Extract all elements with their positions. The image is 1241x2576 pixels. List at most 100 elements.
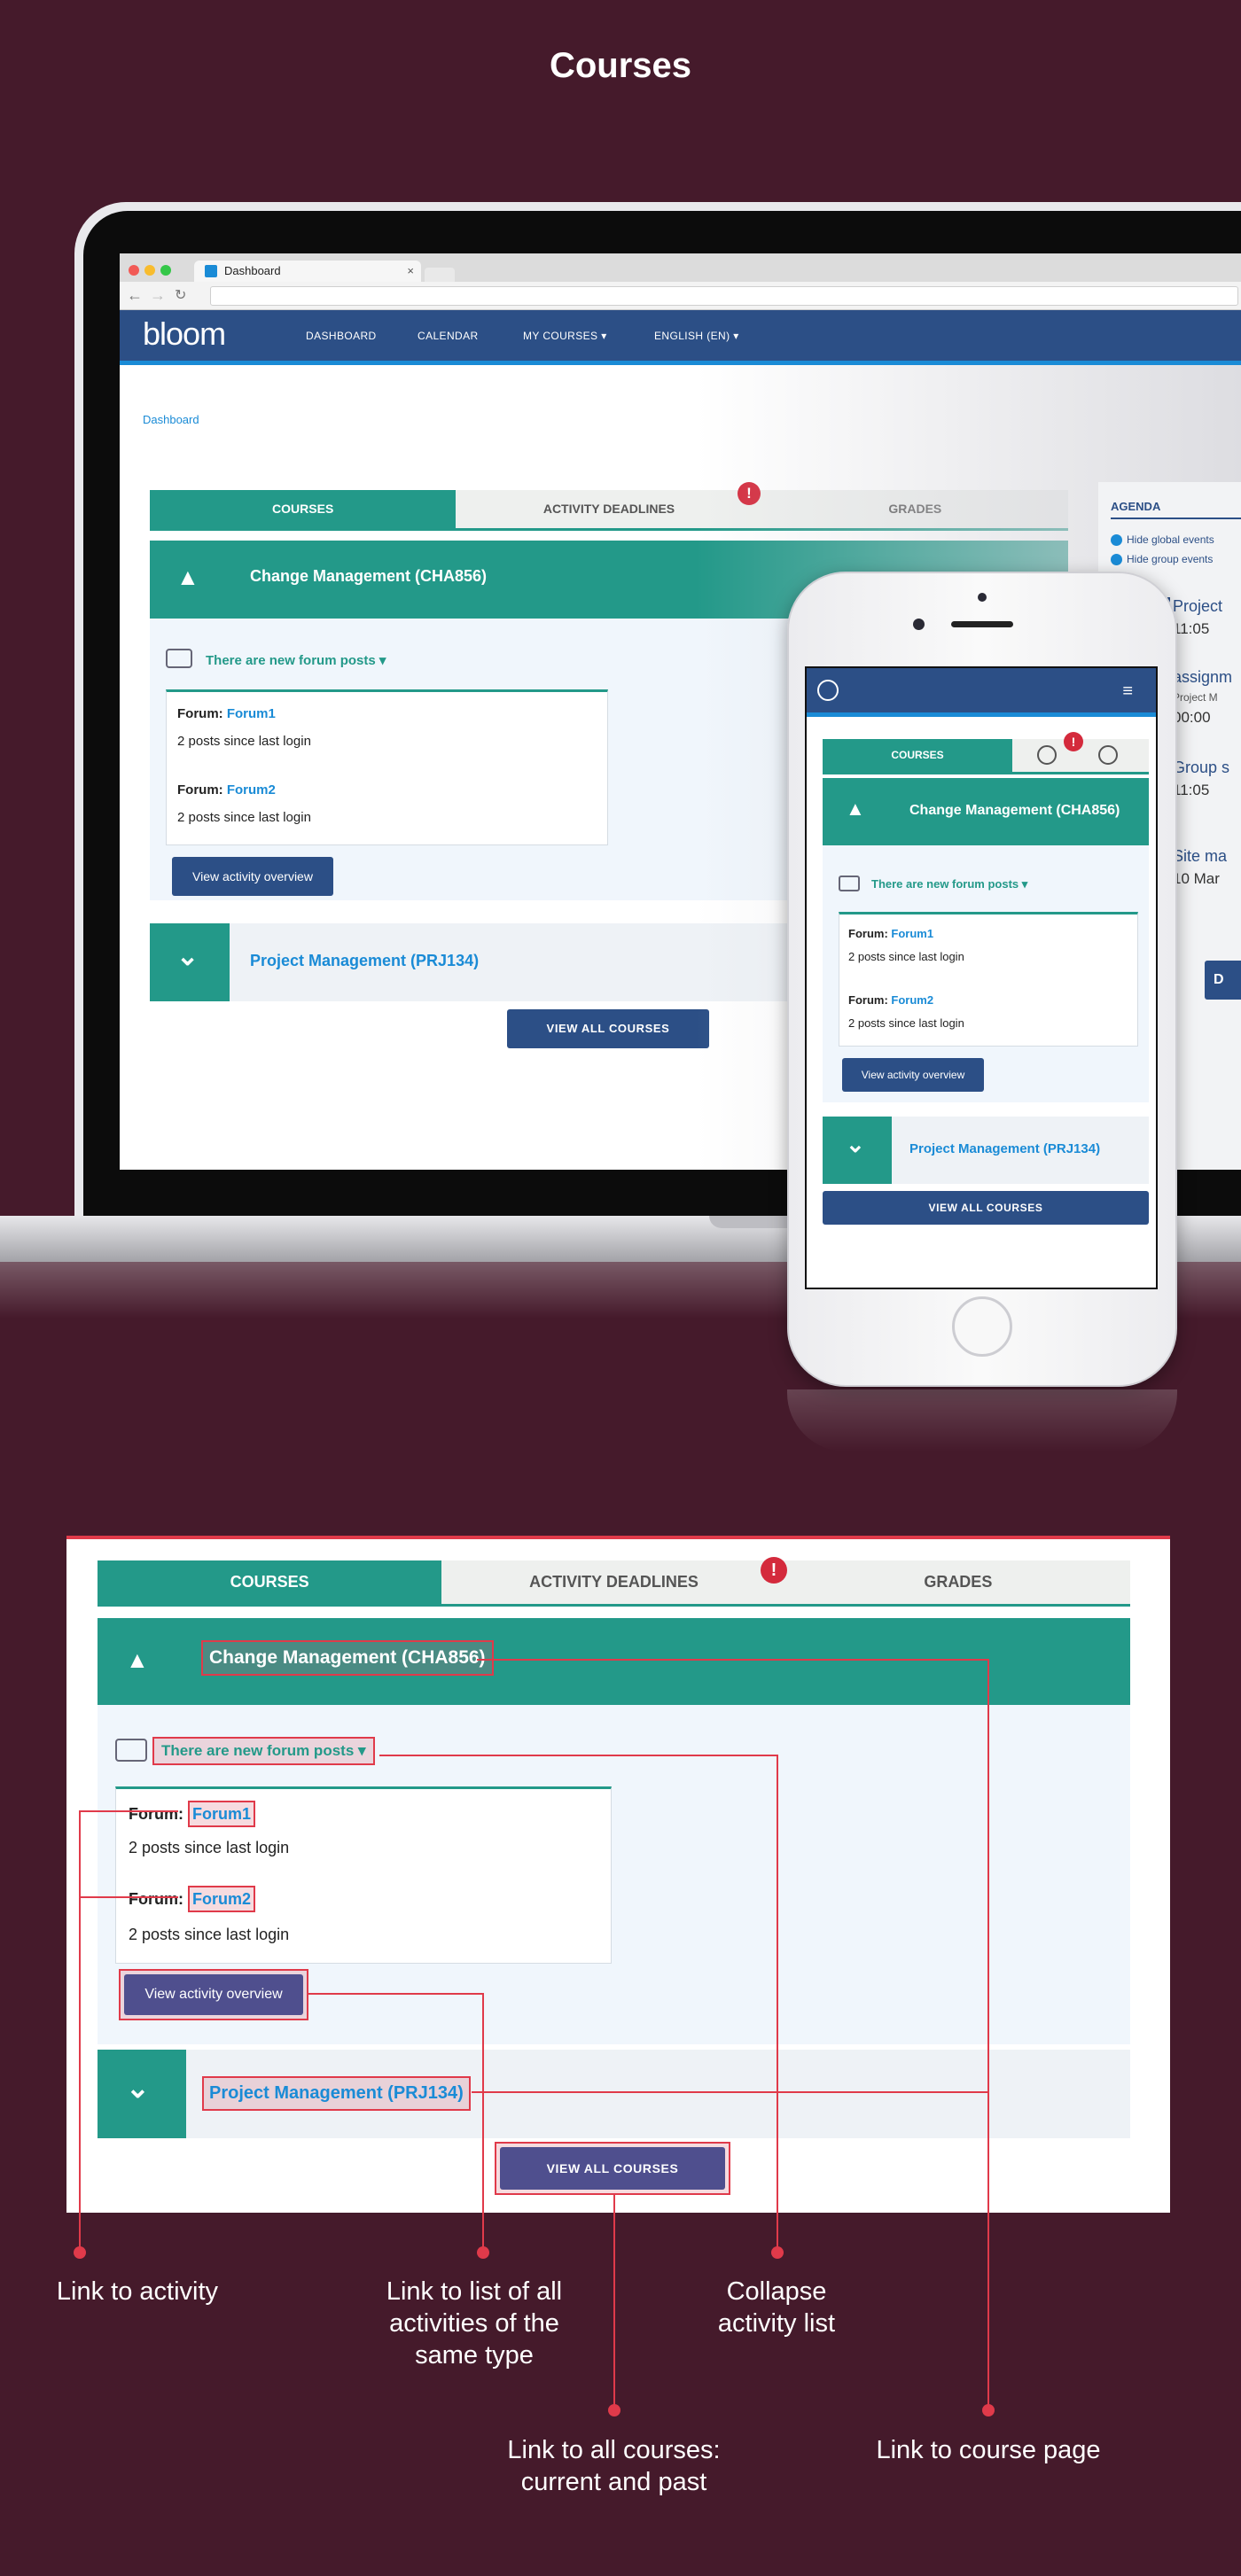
chevron-up-icon[interactable]: ▲ bbox=[846, 798, 865, 821]
phone-forum1-row: Forum: Forum1 bbox=[848, 927, 934, 940]
panel-course-title-cha856[interactable]: Change Management (CHA856) bbox=[201, 1640, 494, 1676]
forum1-row: Forum: Forum1 bbox=[177, 706, 276, 721]
panel-forum1-link[interactable]: Forum1 bbox=[188, 1801, 256, 1827]
panel-tab-courses[interactable]: COURSES bbox=[98, 1560, 442, 1607]
phone-forum2-link[interactable]: Forum2 bbox=[891, 993, 933, 1007]
close-window-icon[interactable] bbox=[129, 265, 139, 276]
tab-courses[interactable]: COURSES bbox=[150, 490, 457, 531]
new-tab-button[interactable] bbox=[425, 268, 455, 282]
reload-icon[interactable]: ↻ bbox=[175, 286, 186, 304]
phone-screen: ≡ COURSES ! ▲ Change Management (CHA856)… bbox=[805, 666, 1158, 1289]
course-title-prj134[interactable]: Project Management (PRJ134) bbox=[250, 952, 479, 970]
browser-tab[interactable]: Dashboard × bbox=[194, 261, 421, 282]
forward-arrow-icon[interactable]: → bbox=[150, 286, 166, 305]
caption-link-course-page: Link to course page bbox=[876, 2436, 1101, 2464]
nav-language[interactable]: ENGLISH (EN) ▾ bbox=[654, 330, 739, 342]
phone-tab-grades[interactable] bbox=[1081, 739, 1149, 774]
callout-dot bbox=[771, 2246, 784, 2259]
home-button[interactable] bbox=[952, 1296, 1012, 1357]
panel-course-row-prj134[interactable]: ⌄ Project Management (PRJ134) bbox=[98, 2050, 1130, 2138]
view-all-courses-button[interactable]: VIEW ALL COURSES bbox=[507, 1009, 709, 1048]
phone-tab-courses[interactable]: COURSES bbox=[823, 739, 1012, 774]
address-bar[interactable] bbox=[210, 286, 1238, 306]
back-arrow-icon[interactable]: ← bbox=[127, 286, 143, 305]
panel-tab-grades[interactable]: GRADES bbox=[785, 1560, 1130, 1607]
chevron-down-icon[interactable]: ⌄ bbox=[126, 2071, 150, 2105]
agenda-event-2-title[interactable]: assignm bbox=[1173, 668, 1232, 687]
minimize-window-icon[interactable] bbox=[144, 265, 155, 276]
nav-my-courses[interactable]: MY COURSES ▾ bbox=[523, 330, 607, 342]
callout-line-course-page bbox=[472, 2091, 989, 2093]
agenda-event-1-title[interactable]: Project bbox=[1173, 597, 1222, 616]
nav-dashboard[interactable]: DASHBOARD bbox=[306, 330, 377, 342]
nav-calendar[interactable]: CALENDAR bbox=[418, 330, 479, 342]
callout-line-list bbox=[308, 1993, 484, 1995]
panel-top-border bbox=[66, 1536, 1170, 1539]
forum2-link[interactable]: Forum2 bbox=[227, 782, 276, 798]
agenda-button[interactable]: D bbox=[1205, 961, 1241, 1000]
bloom-logo[interactable]: bloom bbox=[143, 315, 226, 353]
hide-group-events-toggle[interactable]: Hide group events bbox=[1111, 553, 1213, 566]
alert-icon: ! bbox=[1064, 732, 1083, 751]
chevron-down-icon[interactable]: ⌄ bbox=[846, 1131, 865, 1158]
alert-icon: ! bbox=[761, 1557, 787, 1584]
callout-dot bbox=[608, 2404, 620, 2416]
panel-forum-posts-toggle[interactable]: There are new forum posts ▾ bbox=[152, 1737, 375, 1765]
annotated-panel: COURSES ACTIVITY DEADLINES GRADES ! ▲ Ch… bbox=[66, 1536, 1170, 2213]
tab-close-icon[interactable]: × bbox=[407, 261, 414, 282]
panel-expand-toggle[interactable]: ⌄ bbox=[98, 2050, 186, 2138]
phone-forum1-count: 2 posts since last login bbox=[848, 950, 964, 963]
phone-camera bbox=[913, 619, 925, 630]
caption-link-to-list: Link to list of all activities of the sa… bbox=[386, 2277, 563, 2370]
radio-icon bbox=[1111, 554, 1122, 566]
panel-view-activity-highlight: View activity overview bbox=[119, 1969, 308, 2020]
panel-view-activity-overview-button[interactable]: View activity overview bbox=[124, 1974, 303, 2015]
deadline-icon bbox=[1037, 745, 1057, 765]
phone-course-title-prj134[interactable]: Project Management (PRJ134) bbox=[909, 1141, 1100, 1156]
panel-course-header-cha856[interactable]: ▲ Change Management (CHA856) bbox=[98, 1618, 1130, 1705]
bloom-logo-icon[interactable] bbox=[817, 680, 839, 701]
browser-tab-title: Dashboard bbox=[224, 264, 281, 277]
browser-toolbar: ← → ↻ bbox=[120, 282, 1241, 310]
forum-list: Forum: Forum1 2 posts since last login F… bbox=[166, 689, 608, 845]
chevron-up-icon[interactable]: ▲ bbox=[126, 1646, 149, 1674]
chevron-up-icon[interactable]: ▲ bbox=[176, 564, 199, 591]
panel-forum2-link[interactable]: Forum2 bbox=[188, 1886, 256, 1912]
panel-forum1-count: 2 posts since last login bbox=[129, 1839, 290, 1856]
panel-course-title-prj134[interactable]: Project Management (PRJ134) bbox=[202, 2076, 471, 2111]
agenda-event-3-title[interactable]: Group s bbox=[1173, 759, 1229, 777]
breadcrumb[interactable]: Dashboard bbox=[143, 413, 199, 426]
expand-toggle[interactable]: ⌄ bbox=[150, 923, 230, 1001]
hide-global-events-toggle[interactable]: Hide global events bbox=[1111, 533, 1214, 547]
course-title-cha856[interactable]: Change Management (CHA856) bbox=[250, 567, 487, 586]
callout-line-collapse bbox=[379, 1755, 778, 1756]
phone-view-activity-overview-button[interactable]: View activity overview bbox=[842, 1058, 984, 1092]
forum-icon bbox=[166, 649, 192, 668]
agenda-event-2-time: 00:00 bbox=[1173, 709, 1211, 726]
forum-posts-toggle[interactable]: There are new forum posts ▾ bbox=[206, 652, 386, 668]
phone-view-all-courses-button[interactable]: VIEW ALL COURSES bbox=[823, 1191, 1149, 1225]
agenda-event-4-title[interactable]: Site ma bbox=[1173, 847, 1227, 866]
phone-course-title-cha856[interactable]: Change Management (CHA856) bbox=[909, 803, 1120, 819]
view-activity-overview-button[interactable]: View activity overview bbox=[172, 857, 333, 896]
chevron-down-icon[interactable]: ⌄ bbox=[176, 941, 199, 972]
forum2-row: Forum: Forum2 bbox=[177, 782, 276, 798]
agenda-divider bbox=[1111, 518, 1241, 519]
forum1-link[interactable]: Forum1 bbox=[227, 706, 276, 721]
phone-course-header-cha856[interactable]: ▲ Change Management (CHA856) bbox=[823, 778, 1149, 845]
agenda-event-3-time: 11:05 bbox=[1173, 782, 1210, 798]
phone-expand-toggle[interactable]: ⌄ bbox=[823, 1117, 892, 1184]
callout-line-activity bbox=[79, 1896, 178, 1898]
phone-forum1-link[interactable]: Forum1 bbox=[891, 927, 933, 940]
panel-view-all-courses-button[interactable]: VIEW ALL COURSES bbox=[500, 2147, 725, 2190]
hamburger-menu-icon[interactable]: ≡ bbox=[1122, 681, 1133, 702]
phone-course-row-prj134[interactable]: ⌄ Project Management (PRJ134) bbox=[823, 1117, 1149, 1184]
agenda-event-1-time: 11:05 bbox=[1173, 620, 1210, 637]
panel-forum1-row: Forum: Forum1 bbox=[129, 1801, 256, 1827]
panel-forum2-count: 2 posts since last login bbox=[129, 1926, 290, 1943]
panel-tab-activity-deadlines[interactable]: ACTIVITY DEADLINES bbox=[441, 1560, 786, 1607]
phone-forum2-row: Forum: Forum2 bbox=[848, 993, 934, 1007]
phone-sensor bbox=[978, 593, 987, 602]
maximize-window-icon[interactable] bbox=[160, 265, 171, 276]
phone-forum-posts-toggle[interactable]: There are new forum posts ▾ bbox=[871, 877, 1027, 891]
